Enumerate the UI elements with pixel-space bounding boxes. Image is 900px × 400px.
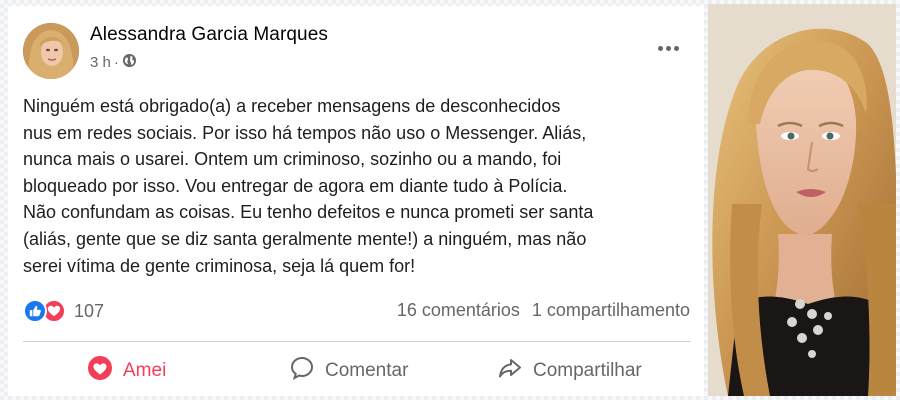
more-options-icon[interactable]	[654, 42, 682, 54]
share-button[interactable]: Compartilhar	[497, 356, 642, 386]
comment-icon	[289, 355, 315, 387]
post-text-line: (aliás, gente que se diz santa geralment…	[23, 228, 587, 249]
like-icon	[23, 299, 47, 323]
side-portrait-photo	[708, 4, 896, 396]
meta-separator: ·	[113, 54, 119, 71]
divider	[23, 341, 691, 342]
reaction-summary[interactable]: 107	[23, 299, 104, 323]
post-text-line: Ninguém está obrigado(a) a receber mensa…	[23, 96, 561, 116]
shares-count[interactable]: 1 compartilhamento	[532, 300, 690, 321]
share-button-label: Compartilhar	[533, 360, 642, 381]
share-icon	[497, 355, 523, 387]
post-text-line: serei vítima de gente criminosa, seja lá…	[23, 255, 416, 276]
avatar[interactable]	[23, 23, 79, 79]
comment-button-label: Comentar	[325, 360, 409, 381]
post-meta: 3 h ·	[90, 53, 137, 72]
comment-button[interactable]: Comentar	[289, 356, 408, 386]
post-text-line: Não confundam as coisas. Eu tenho defeit…	[23, 202, 594, 223]
post-text-line: bloqueado por isso. Vou entregar de agor…	[23, 175, 568, 196]
facebook-post: Alessandra Garcia Marques 3 h · Ninguém …	[8, 6, 704, 396]
post-stats: 16 comentários 1 compartilhamento	[397, 300, 690, 321]
post-text-line: nus em redes sociais. Por isso há tempos…	[23, 122, 587, 143]
heart-icon	[87, 355, 113, 387]
post-time[interactable]: 3 h	[90, 54, 111, 71]
reaction-count: 107	[74, 300, 105, 321]
post-text: Ninguém está obrigado(a) a receber mensa…	[23, 93, 695, 279]
love-button[interactable]: Amei	[87, 356, 166, 386]
post-text-line: nunca mais o usarei. Ontem um criminoso,…	[23, 149, 562, 170]
love-button-label: Amei	[123, 360, 167, 381]
globe-icon	[122, 53, 137, 72]
author-name[interactable]: Alessandra Garcia Marques	[90, 24, 328, 46]
comments-count[interactable]: 16 comentários	[397, 300, 520, 321]
